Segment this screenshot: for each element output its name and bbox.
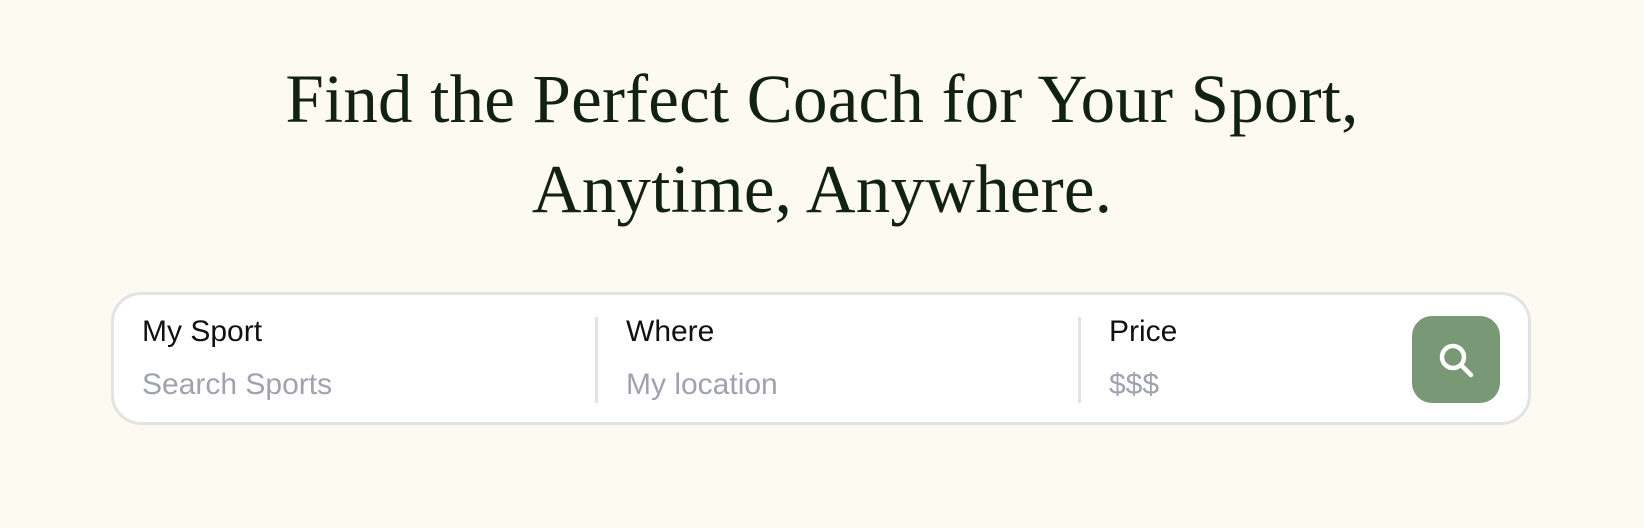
search-icon	[1439, 343, 1474, 377]
price-field[interactable]: Price	[1109, 295, 1409, 422]
field-divider	[595, 317, 598, 403]
location-input[interactable]	[626, 365, 1056, 405]
sport-field-label: My Sport	[142, 315, 263, 348]
hero-title-line-2: Anytime, Anywhere.	[531, 151, 1113, 227]
sport-field[interactable]: My Sport	[142, 295, 572, 422]
hero-title-line-1: Find the Perfect Coach for Your Sport,	[285, 61, 1359, 137]
field-divider	[1078, 317, 1081, 403]
location-field-label: Where	[626, 315, 715, 348]
sport-search-input[interactable]	[142, 365, 572, 405]
price-input[interactable]	[1109, 365, 1409, 405]
search-button[interactable]	[1412, 316, 1500, 403]
hero-title: Find the Perfect Coach for Your Sport, A…	[0, 54, 1644, 234]
coach-search-bar: My Sport Where Price	[111, 292, 1531, 425]
location-field[interactable]: Where	[626, 295, 1056, 422]
price-field-label: Price	[1109, 315, 1178, 348]
